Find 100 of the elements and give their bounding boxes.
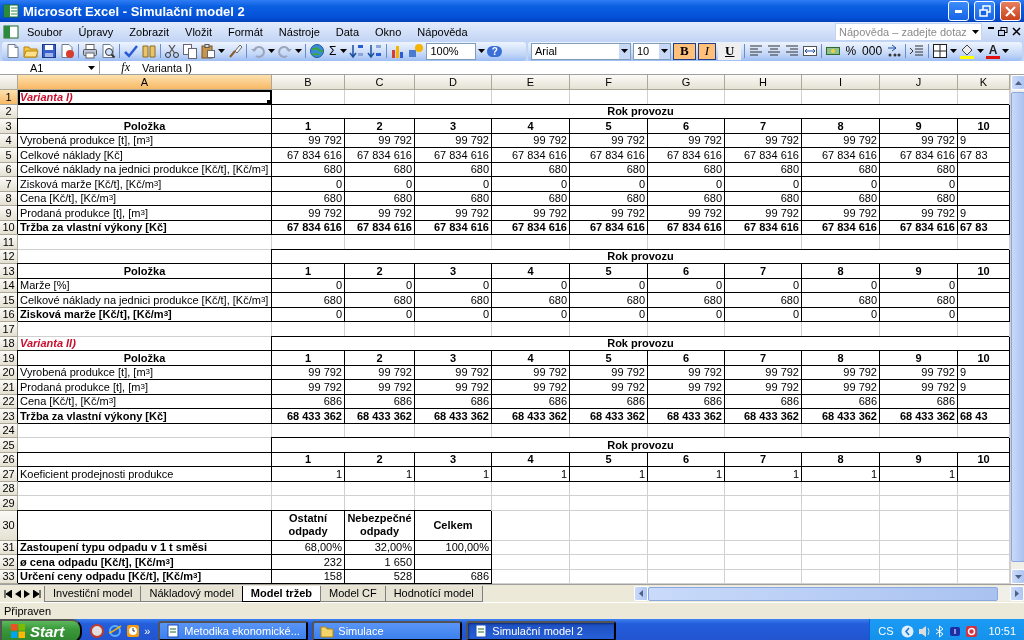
align-right-icon[interactable] xyxy=(784,43,801,59)
row-number[interactable]: 23 xyxy=(0,409,18,424)
caret-icon[interactable] xyxy=(295,49,302,53)
restore-icon[interactable] xyxy=(998,26,1008,37)
row-number[interactable]: 1 xyxy=(0,90,18,105)
menu-item[interactable]: Okno xyxy=(367,25,410,38)
save-icon[interactable] xyxy=(41,43,57,59)
caret-icon[interactable] xyxy=(340,49,348,53)
caret-icon[interactable] xyxy=(661,49,668,53)
bold-button[interactable]: B xyxy=(673,42,696,60)
menu-item[interactable]: Úpravy xyxy=(70,25,122,38)
menu-item[interactable]: Vložit xyxy=(177,25,220,38)
column-header[interactable]: H xyxy=(725,75,802,90)
borders-icon[interactable] xyxy=(932,43,949,59)
column-header[interactable]: G xyxy=(648,75,725,90)
drawing-icon[interactable] xyxy=(408,43,425,59)
start-button[interactable]: Start xyxy=(0,619,83,640)
sheet-tab[interactable]: Investiční model xyxy=(44,585,142,602)
minimize-button[interactable] xyxy=(948,1,969,21)
decimal-icon[interactable] xyxy=(886,43,903,59)
row-number[interactable]: 15 xyxy=(0,293,18,308)
minimize-icon[interactable] xyxy=(988,26,994,29)
caret-icon[interactable] xyxy=(88,65,95,70)
bluetooth-icon[interactable] xyxy=(935,624,946,638)
close-icon[interactable] xyxy=(1012,26,1021,36)
font-field[interactable]: Arial xyxy=(531,42,631,60)
name-box[interactable]: A1 xyxy=(0,61,100,74)
permission-icon[interactable] xyxy=(59,43,75,59)
insert-function-button[interactable]: fx xyxy=(100,61,136,74)
security-icon[interactable] xyxy=(965,624,979,638)
indent-icon[interactable] xyxy=(909,43,926,59)
menu-item[interactable]: Nápověda xyxy=(409,25,476,38)
spelling-icon[interactable] xyxy=(123,43,139,59)
row-number[interactable]: 21 xyxy=(0,380,18,395)
caret-icon[interactable] xyxy=(478,49,486,53)
row-number[interactable]: 30 xyxy=(0,510,18,541)
sort-descending-icon[interactable] xyxy=(367,43,384,59)
zoom-field[interactable]: 100% xyxy=(426,42,477,60)
sheet-tab[interactable]: Model tržeb xyxy=(241,585,321,602)
clock-icon[interactable] xyxy=(126,624,141,638)
align-center-icon[interactable] xyxy=(766,43,783,59)
ring-icon[interactable] xyxy=(90,624,105,638)
scroll-up-button[interactable] xyxy=(1011,75,1024,90)
column-header[interactable]: F xyxy=(570,75,648,90)
merge-cells-icon[interactable] xyxy=(802,43,819,59)
print-icon[interactable] xyxy=(82,43,98,59)
row-number[interactable]: 32 xyxy=(0,555,18,570)
row-number[interactable]: 3 xyxy=(0,119,18,134)
row-number[interactable]: 27 xyxy=(0,467,18,482)
caret-icon[interactable] xyxy=(950,49,958,53)
column-header[interactable]: A xyxy=(18,75,272,90)
sort-ascending-icon[interactable] xyxy=(349,43,366,59)
row-number[interactable]: 9 xyxy=(0,206,18,221)
underline-button[interactable]: U xyxy=(718,42,742,60)
restore-button[interactable] xyxy=(974,1,995,21)
menu-item[interactable]: Data xyxy=(327,25,368,38)
row-number[interactable]: 5 xyxy=(0,148,18,163)
fill-color-icon[interactable] xyxy=(959,43,976,59)
taskbar-button[interactable]: Simulační model 2 xyxy=(466,621,617,640)
menu-item[interactable]: Soubor xyxy=(19,25,71,38)
close-button[interactable] xyxy=(1000,1,1021,21)
caret-icon[interactable] xyxy=(621,49,628,53)
paste-icon[interactable] xyxy=(200,43,216,59)
menu-item[interactable]: Formát xyxy=(220,25,271,38)
menu-item[interactable]: Zobrazit xyxy=(121,25,178,38)
help-button[interactable]: ? xyxy=(487,45,503,57)
column-header[interactable]: K xyxy=(958,75,1010,90)
first-sheet-icon[interactable] xyxy=(4,589,12,598)
caret-icon[interactable] xyxy=(218,49,225,53)
font-size-field[interactable]: 10 xyxy=(633,42,671,60)
next-sheet-icon[interactable] xyxy=(24,589,30,598)
previous-sheet-icon[interactable] xyxy=(15,589,21,598)
globe-icon[interactable] xyxy=(309,43,325,59)
spreadsheet-icon[interactable] xyxy=(3,24,19,39)
column-header[interactable]: B xyxy=(272,75,345,90)
cut-icon[interactable] xyxy=(164,43,180,59)
font-color-button[interactable]: A xyxy=(986,42,1001,60)
scroll-down-button[interactable] xyxy=(1011,569,1024,584)
align-left-icon[interactable] xyxy=(748,43,765,59)
row-number[interactable]: 13 xyxy=(0,264,18,279)
browser-icon[interactable] xyxy=(108,624,123,638)
row-number[interactable]: 29 xyxy=(0,496,18,511)
sheet-tab[interactable]: Model CF xyxy=(320,585,386,602)
percent-button[interactable]: % xyxy=(843,43,859,59)
more-button[interactable]: » xyxy=(144,625,151,637)
caret-icon[interactable] xyxy=(972,29,979,34)
column-header[interactable]: J xyxy=(880,75,958,90)
column-header[interactable]: C xyxy=(345,75,415,90)
sheet-tab[interactable]: Hodnotící model xyxy=(384,585,483,602)
scroll-right-button[interactable] xyxy=(1010,586,1024,601)
caret-icon[interactable] xyxy=(977,49,985,53)
row-number[interactable]: 25 xyxy=(0,438,18,453)
column-header[interactable]: D xyxy=(415,75,492,90)
row-number[interactable]: 19 xyxy=(0,351,18,366)
caret-icon[interactable] xyxy=(1002,49,1010,53)
format-painter-icon[interactable] xyxy=(227,43,243,59)
thousands-button[interactable]: 000 xyxy=(860,43,885,59)
column-header[interactable]: E xyxy=(492,75,570,90)
row-number[interactable]: 17 xyxy=(0,322,18,337)
formula-field[interactable]: Varianta I) xyxy=(136,61,192,74)
